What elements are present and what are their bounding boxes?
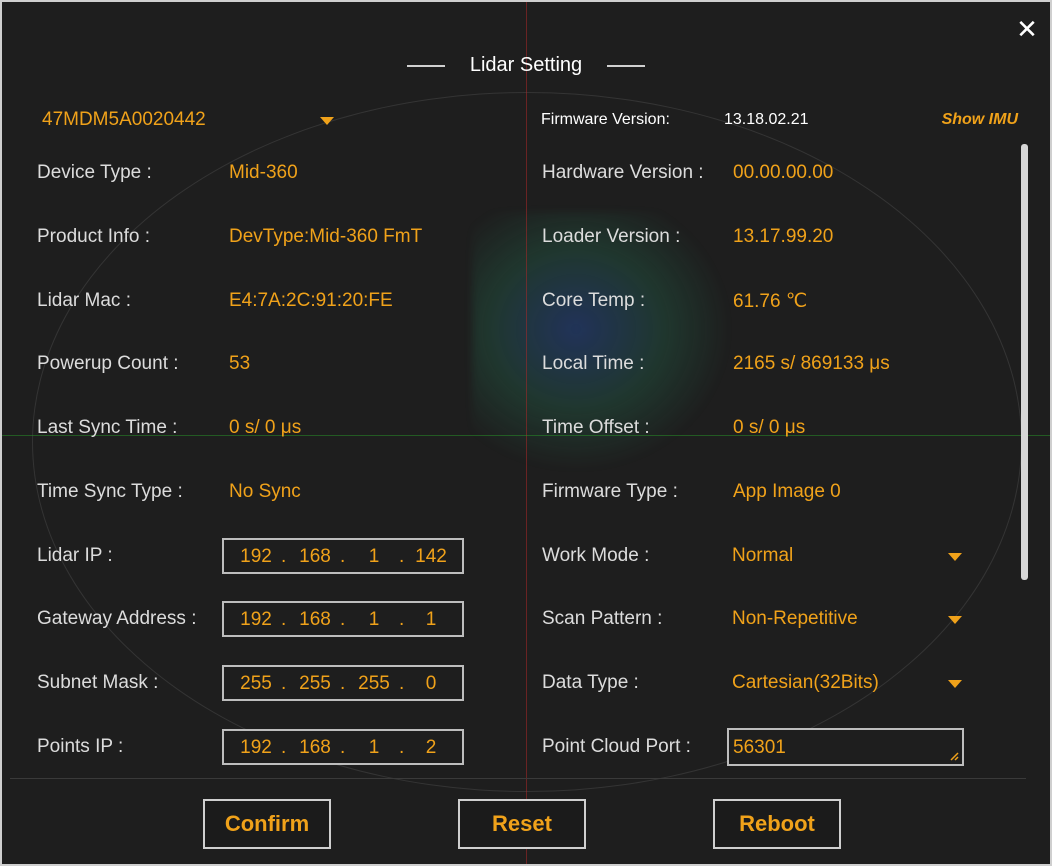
lidar-ip-octet-2[interactable]: 168 bbox=[293, 546, 337, 568]
time-sync-type-value: No Sync bbox=[229, 481, 301, 502]
data-type-value: Cartesian(32Bits) bbox=[732, 672, 879, 693]
product-info-value: DevType:Mid-360 FmT bbox=[229, 226, 423, 247]
ip-dot: . bbox=[281, 673, 287, 694]
subnet-octet-2[interactable]: 255 bbox=[293, 673, 337, 695]
firmware-version-value: 13.18.02.21 bbox=[724, 111, 809, 128]
ip-dot: . bbox=[281, 546, 287, 567]
ip-dot: . bbox=[399, 737, 405, 758]
subnet-octet-3[interactable]: 255 bbox=[352, 673, 396, 695]
points-ip-octet-1[interactable]: 192 bbox=[234, 737, 278, 759]
device-serial-value: 47MDM5A0020442 bbox=[42, 109, 206, 130]
ip-dot: . bbox=[399, 609, 405, 630]
last-sync-time-label: Last Sync Time : bbox=[37, 417, 178, 438]
ip-dot: . bbox=[281, 737, 287, 758]
gateway-octet-2[interactable]: 168 bbox=[293, 609, 337, 631]
dialog-title-row: Lidar Setting bbox=[2, 54, 1050, 77]
loader-version-label: Loader Version : bbox=[542, 226, 681, 247]
time-offset-label: Time Offset : bbox=[542, 417, 650, 438]
ip-dot: . bbox=[340, 673, 346, 694]
reset-button[interactable]: Reset bbox=[458, 799, 586, 849]
data-type-label: Data Type : bbox=[542, 672, 639, 693]
ip-dot: . bbox=[340, 737, 346, 758]
core-temp-label: Core Temp : bbox=[542, 290, 646, 311]
time-offset-value: 0 s/ 0 μs bbox=[733, 417, 806, 438]
work-mode-label: Work Mode : bbox=[542, 545, 650, 566]
device-type-value: Mid-360 bbox=[229, 162, 298, 183]
point-cloud-port-value: 56301 bbox=[733, 737, 786, 758]
chevron-down-icon bbox=[948, 553, 962, 561]
hardware-version-label: Hardware Version : bbox=[542, 162, 704, 183]
subnet-mask-input[interactable]: 255 . 255 . 255 . 0 bbox=[222, 665, 464, 701]
powerup-count-value: 53 bbox=[229, 353, 251, 374]
local-time-value: 2165 s/ 869133 μs bbox=[733, 353, 890, 374]
work-mode-dropdown[interactable]: Normal bbox=[732, 545, 964, 573]
ip-dot: . bbox=[340, 546, 346, 567]
data-type-dropdown[interactable]: Cartesian(32Bits) bbox=[732, 672, 964, 700]
gateway-octet-3[interactable]: 1 bbox=[352, 609, 396, 631]
chevron-down-icon bbox=[320, 117, 334, 125]
firmware-version-label: Firmware Version: bbox=[541, 111, 670, 128]
scan-pattern-value: Non-Repetitive bbox=[732, 608, 858, 629]
ip-dot: . bbox=[281, 609, 287, 630]
device-type-label: Device Type : bbox=[37, 162, 152, 183]
title-left-dash bbox=[407, 64, 446, 67]
time-sync-type-label: Time Sync Type : bbox=[37, 481, 183, 502]
lidar-ip-octet-1[interactable]: 192 bbox=[234, 546, 278, 568]
lidar-ip-input[interactable]: 192 . 168 . 1 . 142 bbox=[222, 538, 464, 574]
firmware-type-value: App Image 0 bbox=[733, 481, 841, 502]
resize-grip-icon[interactable] bbox=[949, 751, 959, 761]
gateway-octet-1[interactable]: 192 bbox=[234, 609, 278, 631]
scrollbar-thumb[interactable] bbox=[1021, 144, 1028, 580]
scan-pattern-dropdown[interactable]: Non-Repetitive bbox=[732, 608, 964, 636]
point-cloud-port-label: Point Cloud Port : bbox=[542, 736, 691, 757]
subnet-octet-4[interactable]: 0 bbox=[409, 673, 453, 695]
hardware-version-value: 00.00.00.00 bbox=[733, 162, 834, 183]
axis-vertical-line bbox=[526, 2, 527, 864]
points-ip-label: Points IP : bbox=[37, 736, 124, 757]
firmware-type-label: Firmware Type : bbox=[542, 481, 678, 502]
title-right-dash bbox=[606, 64, 645, 67]
points-ip-octet-2[interactable]: 168 bbox=[293, 737, 337, 759]
lidar-ip-octet-3[interactable]: 1 bbox=[352, 546, 396, 568]
powerup-count-label: Powerup Count : bbox=[37, 353, 179, 374]
device-serial-dropdown[interactable]: 47MDM5A0020442 bbox=[42, 109, 338, 133]
ip-dot: . bbox=[340, 609, 346, 630]
footer-divider bbox=[10, 778, 1026, 779]
gateway-address-label: Gateway Address : bbox=[37, 608, 197, 629]
ip-dot: . bbox=[399, 673, 405, 694]
subnet-octet-1[interactable]: 255 bbox=[234, 673, 278, 695]
reboot-button[interactable]: Reboot bbox=[713, 799, 841, 849]
last-sync-time-value: 0 s/ 0 μs bbox=[229, 417, 302, 438]
points-ip-octet-3[interactable]: 1 bbox=[352, 737, 396, 759]
gateway-address-input[interactable]: 192 . 168 . 1 . 1 bbox=[222, 601, 464, 637]
loader-version-value: 13.17.99.20 bbox=[733, 226, 834, 247]
subnet-mask-label: Subnet Mask : bbox=[37, 672, 159, 693]
gateway-octet-4[interactable]: 1 bbox=[409, 609, 453, 631]
local-time-label: Local Time : bbox=[542, 353, 645, 374]
work-mode-value: Normal bbox=[732, 545, 794, 566]
lidar-ip-label: Lidar IP : bbox=[37, 545, 113, 566]
lidar-mac-label: Lidar Mac : bbox=[37, 290, 131, 311]
lidar-mac-value: E4:7A:2C:91:20:FE bbox=[229, 290, 393, 311]
chevron-down-icon bbox=[948, 680, 962, 688]
show-imu-link[interactable]: Show IMU bbox=[942, 111, 1018, 129]
scan-pattern-label: Scan Pattern : bbox=[542, 608, 663, 629]
lidar-setting-dialog: ✕ Lidar Setting 47MDM5A0020442 Firmware … bbox=[0, 0, 1052, 866]
points-ip-input[interactable]: 192 . 168 . 1 . 2 bbox=[222, 729, 464, 765]
lidar-ip-octet-4[interactable]: 142 bbox=[409, 546, 453, 568]
close-icon[interactable]: ✕ bbox=[1014, 16, 1040, 42]
point-cloud-port-input[interactable]: 56301 bbox=[727, 728, 964, 766]
product-info-label: Product Info : bbox=[37, 226, 151, 247]
ip-dot: . bbox=[399, 546, 405, 567]
confirm-button[interactable]: Confirm bbox=[203, 799, 331, 849]
dialog-title: Lidar Setting bbox=[469, 54, 583, 76]
chevron-down-icon bbox=[948, 616, 962, 624]
core-temp-value: 61.76 ℃ bbox=[733, 291, 808, 312]
points-ip-octet-4[interactable]: 2 bbox=[409, 737, 453, 759]
